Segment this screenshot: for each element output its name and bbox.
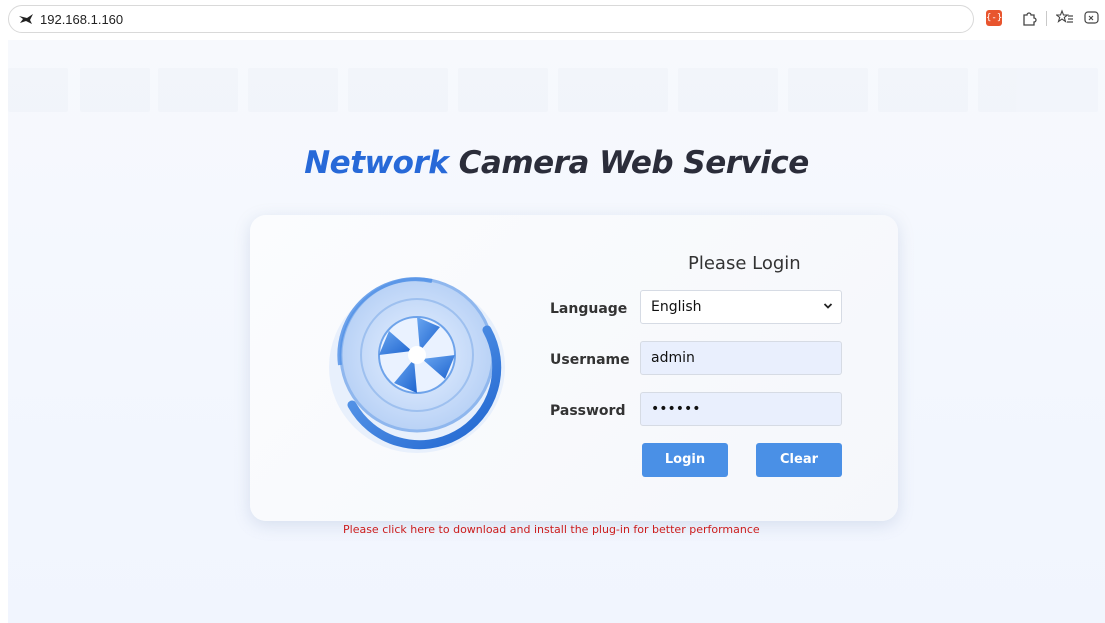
url-text[interactable]: 192.168.1.160 <box>40 12 123 27</box>
language-label: Language <box>550 301 628 317</box>
login-button[interactable]: Login <box>642 443 728 477</box>
site-info-icon[interactable] <box>18 12 34 26</box>
plugin-download-link[interactable]: Please click here to download and instal… <box>343 523 760 536</box>
logo-lens-icon <box>329 277 505 453</box>
username-input[interactable]: admin <box>640 341 842 375</box>
login-card: Please Login Language English Username a… <box>250 215 898 521</box>
language-value: English <box>651 299 702 315</box>
favorites-icon[interactable] <box>1056 9 1074 27</box>
password-input[interactable]: •••••• <box>640 392 842 426</box>
clear-button[interactable]: Clear <box>756 443 842 477</box>
login-heading: Please Login <box>688 253 801 274</box>
title-rest: Camera Web Service <box>448 145 810 181</box>
chevron-down-icon <box>823 303 833 309</box>
title-accent: Network <box>304 145 449 181</box>
background-decoration <box>8 68 1105 112</box>
extensions-puzzle-icon[interactable] <box>1020 9 1038 27</box>
toolbar-divider <box>1046 11 1047 26</box>
login-page: Network Camera Web Service Please Login … <box>8 40 1105 623</box>
browser-toolbar: 192.168.1.160 {-} <box>0 0 1105 40</box>
language-select[interactable]: English <box>640 290 842 324</box>
page-title: Network Camera Web Service <box>8 145 1105 181</box>
address-bar[interactable]: 192.168.1.160 <box>8 5 974 33</box>
collections-icon[interactable] <box>1083 9 1101 27</box>
extension-icon[interactable]: {-} <box>986 10 1002 26</box>
username-label: Username <box>550 352 630 368</box>
password-label: Password <box>550 403 626 419</box>
